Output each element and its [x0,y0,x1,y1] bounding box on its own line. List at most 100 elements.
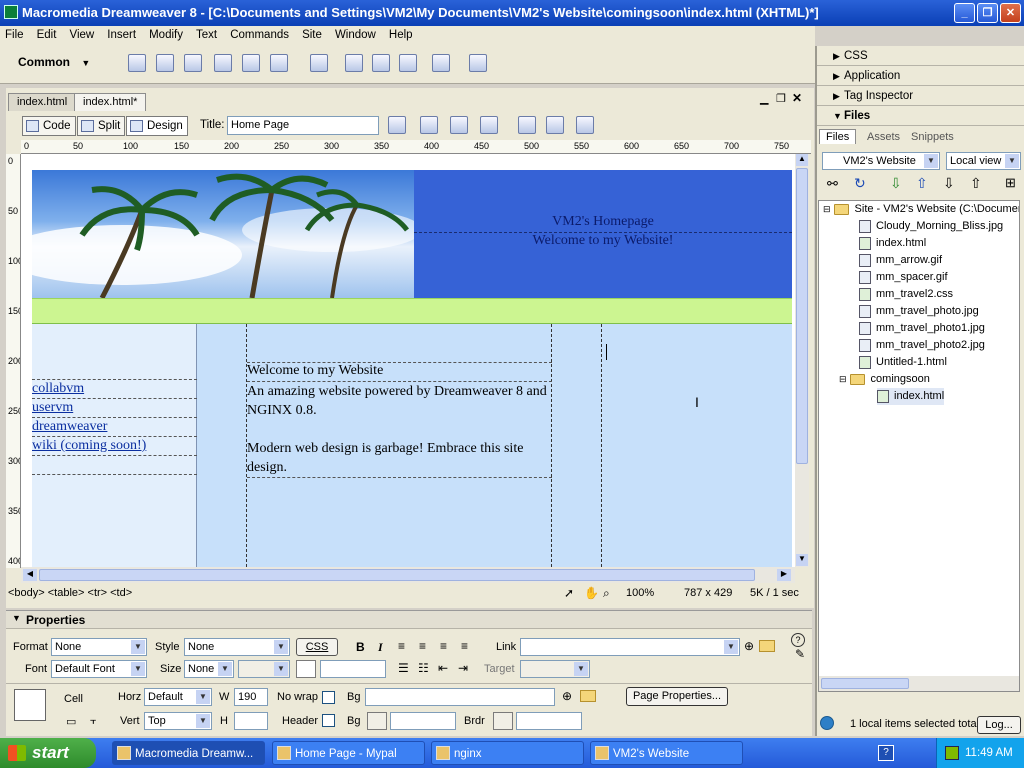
link-input[interactable] [520,638,740,656]
quick-tag-editor-icon[interactable]: ✎ [795,647,805,661]
tag-chooser-icon[interactable] [469,54,487,72]
refresh-icon[interactable] [518,116,536,134]
menu-edit[interactable]: Edit [32,26,62,41]
application-panel-header[interactable]: ▶ Application [817,66,1024,86]
text-color-input[interactable] [320,660,386,678]
scroll-up-arrow-icon[interactable]: ▲ [796,154,808,166]
window-size[interactable]: 787 x 429 [684,587,732,599]
bg-color-swatch[interactable] [367,712,387,730]
named-anchor-icon[interactable] [184,54,202,72]
server-side-include-icon[interactable] [372,54,390,72]
point-to-file-icon[interactable]: ⊕ [744,639,754,653]
bg-color-input[interactable] [390,712,456,730]
tab-assets[interactable]: Assets [861,130,906,144]
doc-close-icon[interactable]: ✕ [792,91,802,105]
preview-browser-icon[interactable] [420,116,438,134]
font-select[interactable]: Default Font [51,660,147,678]
taskbar-item-mypal[interactable]: Home Page - Mypal [272,741,425,765]
indent-icon[interactable]: ⇥ [458,661,468,675]
bg-image-input[interactable] [365,688,555,706]
bg-browse-folder-icon[interactable] [580,690,596,702]
images-icon[interactable] [270,54,288,72]
site-select[interactable]: VM2's Website [822,152,940,170]
horizontal-scroll-thumb[interactable] [39,569,755,581]
doc-minimize-icon[interactable]: ▁ [760,92,768,105]
tree-item-file[interactable]: mm_travel2.css [859,286,953,303]
page-properties-button[interactable]: Page Properties... [626,687,728,706]
scroll-left-arrow-icon[interactable]: ◀ [23,569,37,581]
right-content-cell[interactable]: I [602,324,792,567]
email-link-icon[interactable] [156,54,174,72]
css-button[interactable]: CSS [296,638,338,656]
comment-icon[interactable] [399,54,417,72]
tab-index-html-modified[interactable]: index.html* [74,93,147,111]
log-button[interactable]: Log... [977,716,1021,734]
align-right-icon[interactable]: ≡ [440,639,447,653]
width-input[interactable]: 190 [234,688,268,706]
tag-inspector-panel-header[interactable]: ▶ Tag Inspector [817,86,1024,106]
align-center-icon[interactable]: ≡ [419,639,426,653]
menu-file[interactable]: File [0,26,29,41]
templates-icon[interactable] [432,54,450,72]
zoom-select[interactable]: 100% [626,587,654,599]
horizontal-scrollbar[interactable]: ◀ ▶ [21,567,795,583]
view-select[interactable]: Local view [946,152,1021,170]
refresh-files-icon[interactable]: ↻ [854,175,866,192]
unordered-list-icon[interactable]: ☰ [398,661,409,675]
tree-item-site-root[interactable]: ⊟ Site - VM2's Website (C:\Documer [823,201,1019,218]
design-canvas[interactable]: VM2's Homepage Welcome to my Website! co… [21,154,795,567]
nav-link-collabvm[interactable]: collabvm [32,381,84,397]
properties-header[interactable]: ▼ Properties [6,611,812,629]
tab-snippets[interactable]: Snippets [905,130,960,144]
page-title-input[interactable]: Home Page [227,116,379,135]
menu-modify[interactable]: Modify [144,26,188,41]
file-tree-scroll-thumb[interactable] [821,678,909,689]
text-color-swatch[interactable] [296,660,316,678]
tree-item-file[interactable]: mm_arrow.gif [859,252,942,269]
vertical-scrollbar[interactable]: ▲ ▼ [795,154,809,567]
menu-help[interactable]: Help [384,26,418,41]
check-out-icon[interactable]: ⇩ [943,175,955,192]
scroll-down-arrow-icon[interactable]: ▼ [796,554,808,566]
check-in-icon[interactable]: ⇧ [970,175,982,192]
put-files-icon[interactable]: ⇧ [916,175,928,192]
scroll-right-arrow-icon[interactable]: ▶ [777,569,791,581]
css-panel-header[interactable]: ▶ CSS [817,46,1024,66]
layer-icon[interactable] [242,54,260,72]
taskbar-item-vm2-website[interactable]: VM2's Website [590,741,743,765]
network-tray-icon[interactable] [945,746,959,760]
italic-button[interactable]: I [378,640,383,655]
height-input[interactable] [234,712,268,730]
design-view-button[interactable]: Design [126,116,188,136]
help-tray-icon[interactable]: ? [878,745,894,761]
menu-view[interactable]: View [64,26,99,41]
style-select[interactable]: None [184,638,290,656]
taskbar-item-nginx[interactable]: nginx [431,741,584,765]
tab-index-html[interactable]: index.html [8,93,77,111]
select-tool-icon[interactable]: ➚ [564,586,574,600]
size-unit-select[interactable] [238,660,290,678]
horz-select[interactable]: Default [144,688,212,706]
vert-select[interactable]: Top [144,712,212,730]
tab-files[interactable]: Files [819,129,857,144]
border-color-swatch[interactable] [493,712,513,730]
align-left-icon[interactable]: ≡ [398,639,405,653]
border-color-input[interactable] [516,712,582,730]
menu-insert[interactable]: Insert [102,26,141,41]
vertical-scroll-thumb[interactable] [796,168,808,464]
size-select[interactable]: None [184,660,234,678]
hand-tool-icon[interactable]: ✋ [584,586,599,600]
tree-item-file[interactable]: mm_spacer.gif [859,269,948,286]
nav-link-wiki[interactable]: wiki (coming soon!) [32,438,146,454]
connect-icon[interactable]: ⚯ [827,176,838,192]
start-button[interactable]: start [0,738,96,768]
tag-selector[interactable]: <body> <table> <tr> <td> [8,587,132,599]
split-cell-icon[interactable]: ⫟ [90,715,97,728]
table-icon[interactable] [214,54,232,72]
tree-item-file[interactable]: index.html [859,235,926,252]
merge-cells-icon[interactable]: ▭ [66,715,76,728]
tree-item-folder[interactable]: ⊟ comingsoon [839,371,930,388]
taskbar-item-dreamweaver[interactable]: Macromedia Dreamw... [112,741,265,765]
visual-aids-icon[interactable] [576,116,594,134]
browse-folder-icon[interactable] [759,640,775,652]
